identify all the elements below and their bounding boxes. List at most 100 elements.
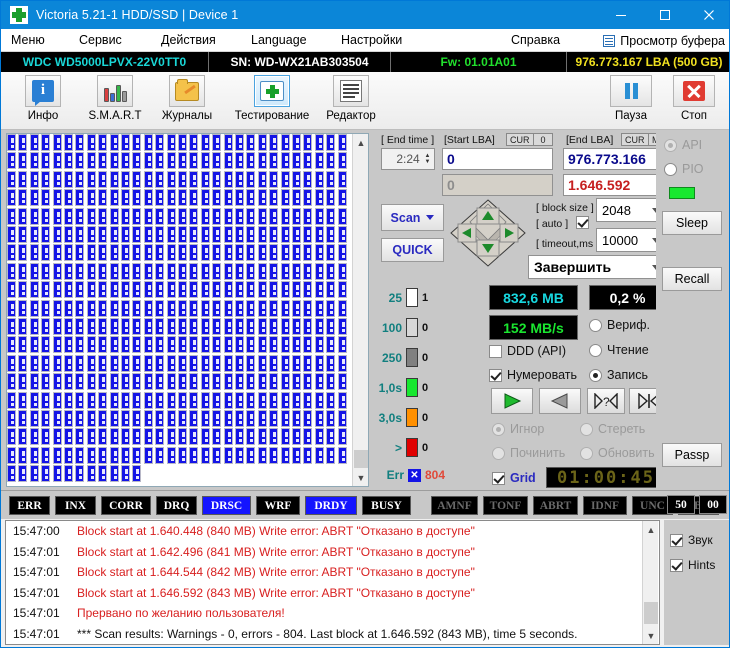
sound-option[interactable]: Звук	[670, 533, 713, 547]
stop-control[interactable]: Стоп	[666, 75, 722, 122]
device-mode-panel: API PIO Sleep Recall Passp	[656, 130, 730, 490]
legend-count: 0	[422, 382, 428, 394]
mode-verify-radio[interactable]	[589, 319, 602, 332]
menu-item-actions[interactable]: Действия	[161, 29, 216, 52]
log-scroll-up-icon[interactable]: ▲	[643, 521, 659, 538]
api-mode-option[interactable]: API	[664, 138, 702, 152]
log-scrollbar[interactable]: ▲ ▼	[642, 521, 658, 644]
start-button[interactable]	[491, 388, 533, 414]
start-lba-input[interactable]: 0	[442, 148, 553, 170]
pio-radio[interactable]	[664, 163, 677, 176]
flag-inx[interactable]: INX	[55, 496, 96, 515]
mode-read-radio[interactable]	[589, 344, 602, 357]
mode-write-radio[interactable]	[589, 369, 602, 382]
grid-checkbox[interactable]	[492, 472, 505, 485]
numerate-option[interactable]: Нумеровать	[489, 368, 577, 382]
start-lba-cur-button[interactable]: CUR	[506, 133, 534, 146]
minimize-button[interactable]	[599, 1, 643, 29]
recall-button[interactable]: Recall	[662, 267, 722, 291]
error-repair-option[interactable]: Починить	[492, 446, 565, 460]
flag-amnf[interactable]: AMNF	[431, 496, 478, 515]
error-ignore-option[interactable]: Игнор	[492, 422, 544, 436]
scan-block	[326, 263, 335, 280]
log-scrollbar-thumb[interactable]	[644, 602, 658, 624]
flag-drq[interactable]: DRQ	[156, 496, 197, 515]
navigation-dpad[interactable]	[449, 198, 527, 262]
scan-button[interactable]: Scan	[381, 204, 444, 231]
scan-block	[18, 336, 27, 353]
close-button[interactable]	[687, 1, 730, 29]
scan-block	[155, 281, 164, 298]
scan-map-scrollbar[interactable]: ▲ ▼	[352, 134, 368, 486]
menu-item-service[interactable]: Сервис	[79, 29, 122, 52]
error-refresh-option[interactable]: Обновить	[580, 446, 655, 460]
scrollbar-thumb[interactable]	[354, 450, 368, 468]
scan-block	[18, 226, 27, 243]
scroll-down-icon[interactable]: ▼	[353, 469, 369, 486]
finish-action-select[interactable]: Завершить	[528, 255, 666, 279]
scan-block	[167, 244, 176, 261]
api-radio[interactable]	[664, 139, 677, 152]
end-lba-cur-button[interactable]: CUR	[621, 133, 649, 146]
menu-item-language[interactable]: Language	[251, 29, 307, 52]
flag-corr[interactable]: CORR	[101, 496, 151, 515]
flag-tonf[interactable]: TONF	[483, 496, 528, 515]
passport-button[interactable]: Passp	[662, 443, 722, 467]
log-scroll-down-icon[interactable]: ▼	[643, 627, 659, 644]
sleep-button[interactable]: Sleep	[662, 211, 722, 235]
scan-block	[30, 152, 39, 169]
flag-busy[interactable]: BUSY	[362, 496, 411, 515]
rewind-button[interactable]	[539, 388, 581, 414]
sound-checkbox[interactable]	[670, 534, 683, 547]
scan-block	[98, 465, 107, 482]
scan-block	[224, 263, 233, 280]
tab-editor[interactable]: Редактор	[315, 75, 387, 122]
numerate-checkbox[interactable]	[489, 369, 502, 382]
quick-button[interactable]: QUICK	[381, 238, 444, 262]
ddd-api-checkbox[interactable]	[489, 345, 502, 358]
scan-block-map[interactable]	[7, 134, 352, 486]
flag-abrt[interactable]: ABRT	[533, 496, 578, 515]
scan-block	[269, 208, 278, 225]
tab-info[interactable]: Инфо	[7, 75, 79, 122]
step-query-button[interactable]: ?	[587, 388, 625, 414]
scan-block	[201, 189, 210, 206]
flag-drdy[interactable]: DRDY	[305, 496, 357, 515]
tab-journals[interactable]: Журналы	[151, 75, 223, 122]
flag-wrf[interactable]: WRF	[256, 496, 300, 515]
menu-item-help[interactable]: Справка	[511, 29, 560, 52]
mode-verify-option[interactable]: Вериф.	[589, 318, 650, 332]
error-erase-option[interactable]: Стереть	[580, 422, 645, 436]
flag-err[interactable]: ERR	[9, 496, 50, 515]
start-lba-zero-button[interactable]: 0	[533, 133, 553, 146]
tab-testing[interactable]: Тестирование	[229, 75, 315, 122]
end-time-value[interactable]: 2:24 ▲▼	[381, 148, 435, 170]
flag-idnf[interactable]: IDNF	[583, 496, 627, 515]
flag-drsc[interactable]: DRSC	[202, 496, 251, 515]
pause-control[interactable]: Пауза	[603, 75, 659, 122]
mode-read-option[interactable]: Чтение	[589, 343, 649, 357]
end-lba-input[interactable]: 976.773.166	[563, 148, 666, 170]
spinner-arrows-icon[interactable]: ▲▼	[423, 153, 432, 165]
scroll-up-icon[interactable]: ▲	[353, 134, 369, 151]
maximize-button[interactable]	[643, 1, 687, 29]
hints-checkbox[interactable]	[670, 559, 683, 572]
pio-mode-option[interactable]: PIO	[664, 162, 704, 176]
log-list[interactable]: 15:47:00 Block start at 1.640.448 (840 M…	[6, 521, 642, 644]
scan-block	[315, 300, 324, 317]
menu-item-menu[interactable]: Меню	[11, 29, 45, 52]
hints-option[interactable]: Hints	[670, 558, 715, 572]
error-repair-radio[interactable]	[492, 447, 505, 460]
buffer-view-button[interactable]: Просмотр буфера	[603, 29, 725, 52]
menu-item-settings[interactable]: Настройки	[341, 29, 402, 52]
auto-checkbox[interactable]	[576, 216, 589, 229]
tab-smart[interactable]: S.M.A.R.T	[79, 75, 151, 122]
grid-option[interactable]: Grid	[492, 471, 536, 485]
scan-block	[132, 300, 141, 317]
start-lba-secondary[interactable]: 0	[442, 174, 553, 196]
ddd-api-option[interactable]: DDD (API)	[489, 344, 566, 358]
error-erase-radio[interactable]	[580, 423, 593, 436]
error-refresh-radio[interactable]	[580, 447, 593, 460]
error-ignore-radio[interactable]	[492, 423, 505, 436]
mode-write-option[interactable]: Запись	[589, 368, 648, 382]
